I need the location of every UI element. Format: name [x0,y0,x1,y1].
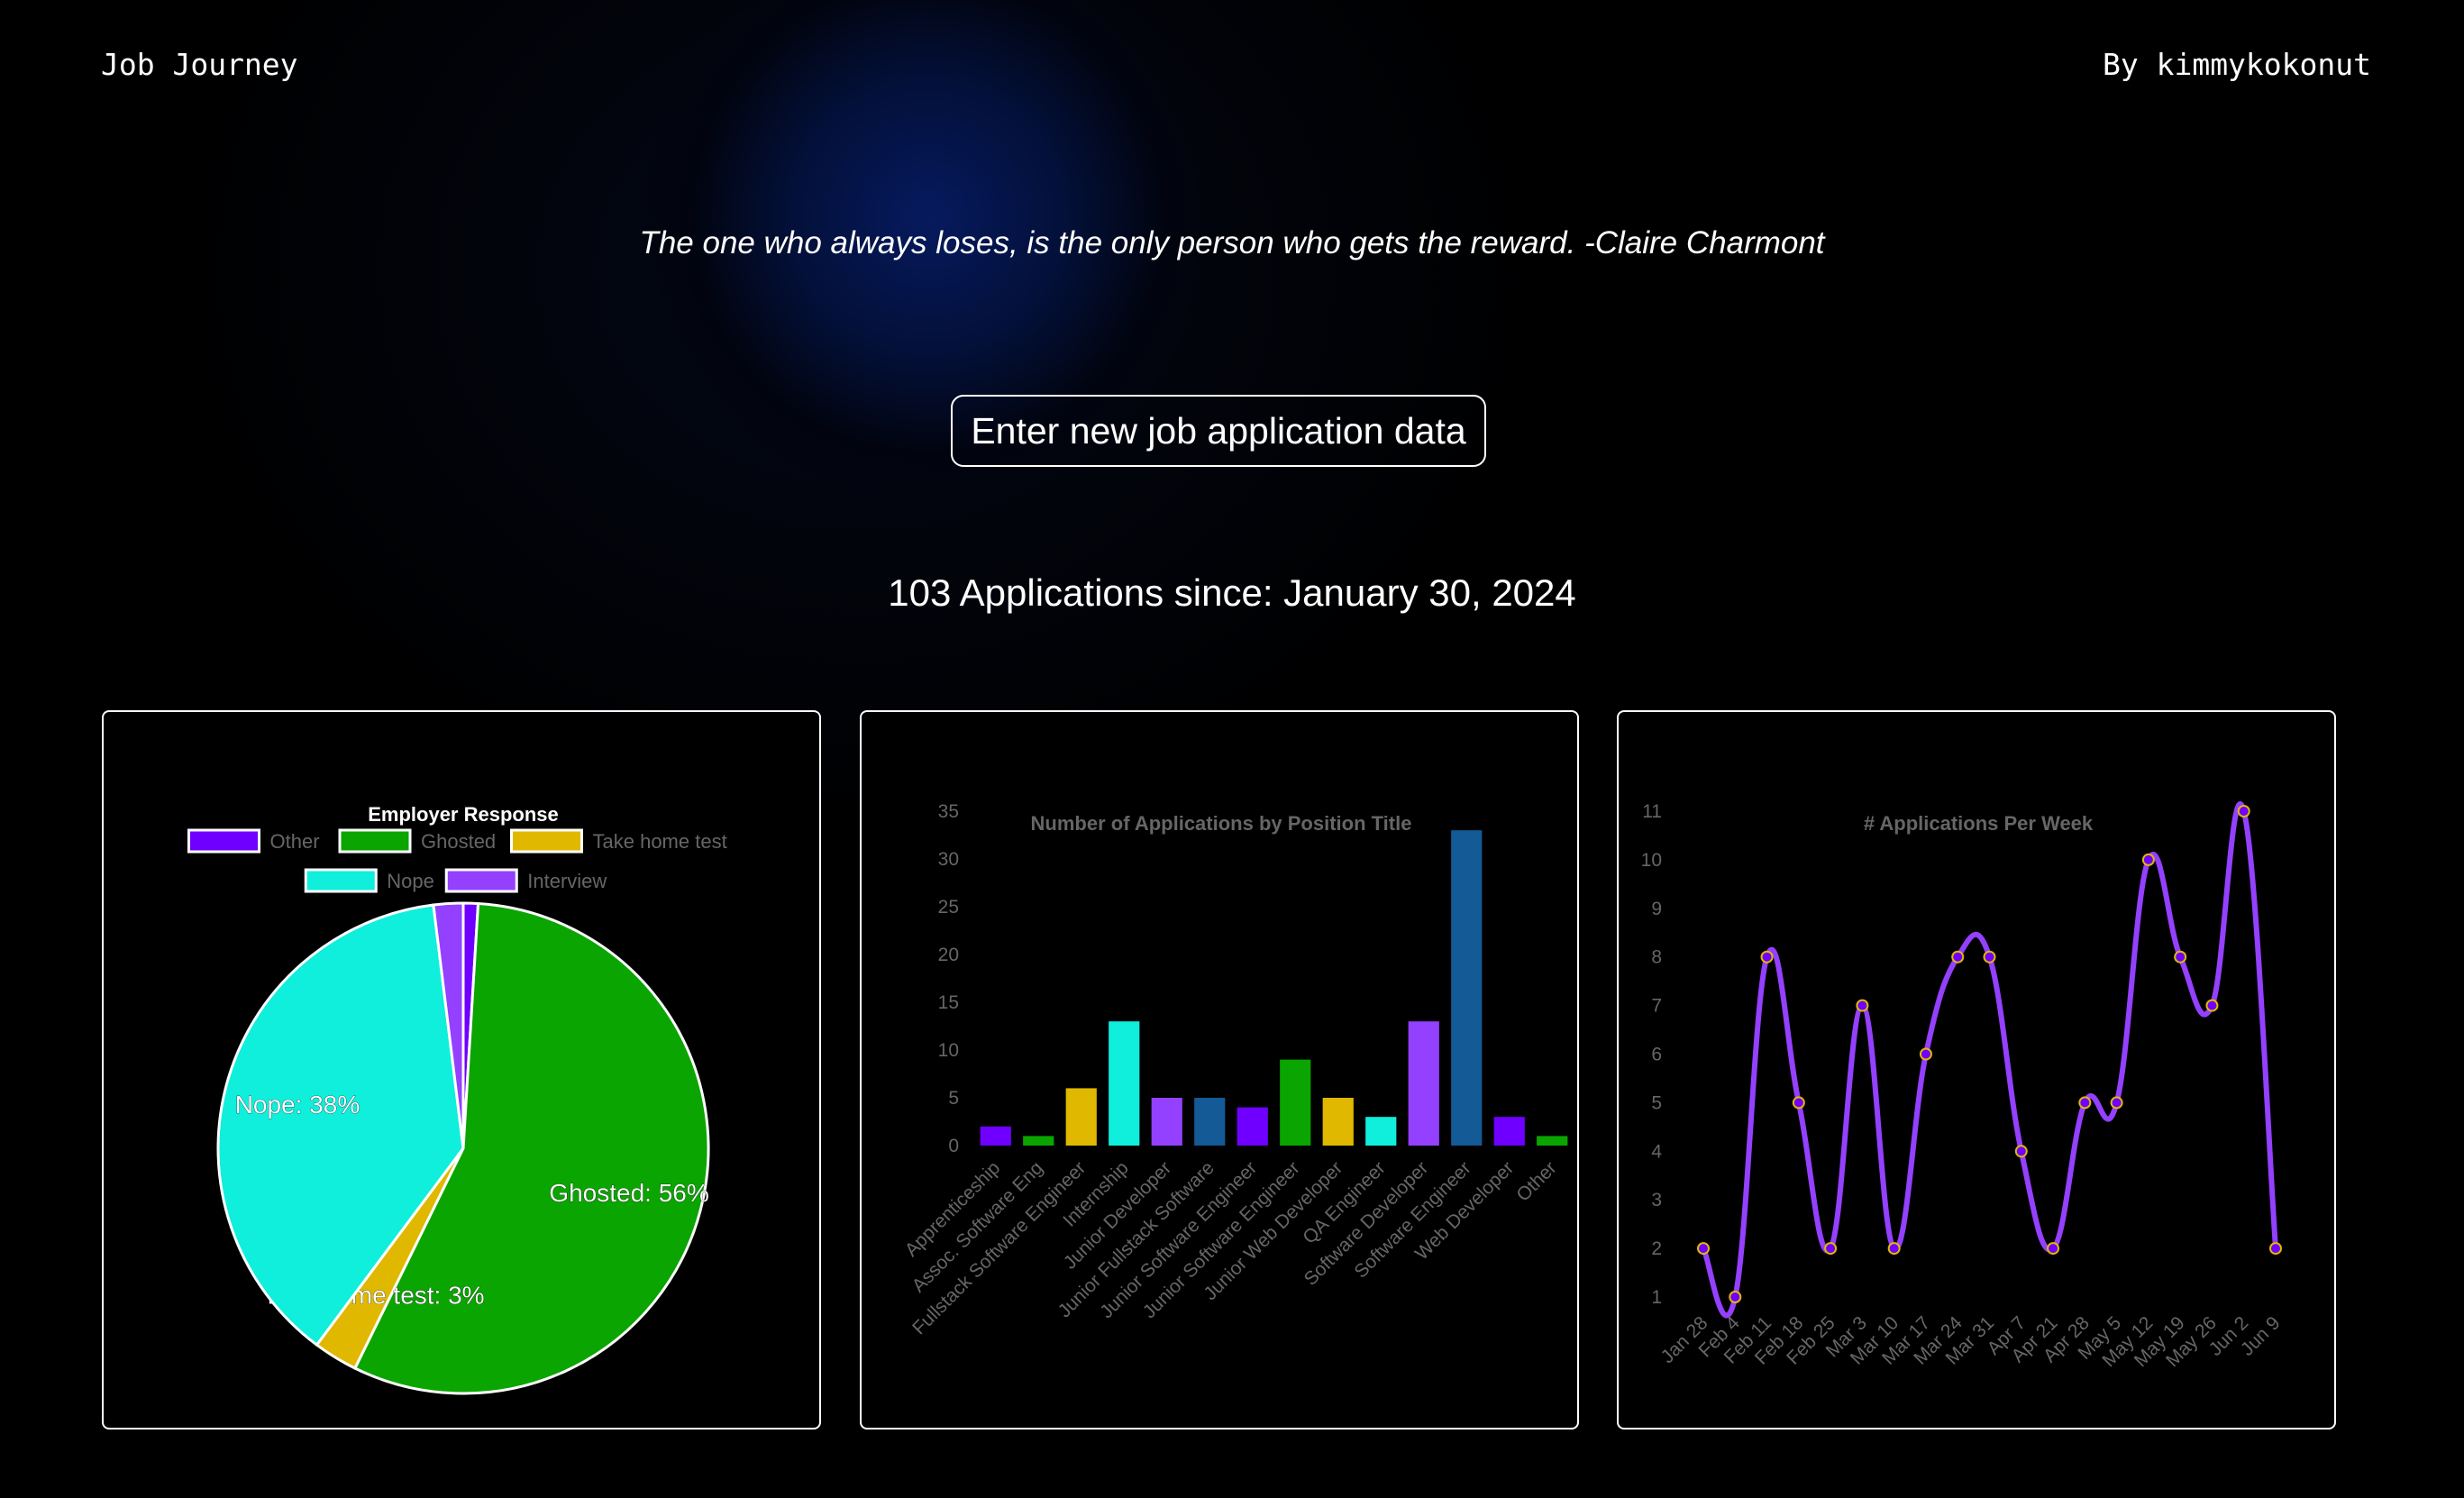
y-tick-label: 10 [938,1040,959,1061]
data-point [1856,999,1869,1012]
y-tick-label: 25 [938,897,959,918]
legend-swatch [304,868,378,893]
y-tick-label: 5 [1651,1092,1662,1113]
bar [1151,1098,1182,1146]
bar [1537,1136,1568,1146]
y-tick-label: 30 [938,849,959,870]
y-tick-label: 5 [948,1088,959,1109]
bar [1280,1059,1311,1146]
bar [1451,830,1483,1146]
y-tick-label: 10 [1641,850,1662,871]
pie-title: Employer Response [368,803,559,826]
data-point [2141,853,2155,866]
series-line [1701,801,2278,1319]
bar [1109,1021,1140,1146]
data-point [2237,805,2250,818]
y-tick-label: 35 [938,801,959,822]
data-point [1887,1242,1901,1256]
applications-per-week-line-chart: # Applications Per Week1234567891011Jan … [1641,801,2285,1371]
bar [1065,1088,1097,1146]
data-point [1951,950,1965,964]
bar [1493,1117,1525,1146]
data-point [2174,950,2187,964]
bar [1365,1117,1397,1146]
bar [1408,1021,1439,1146]
legend-item-ghosted[interactable]: Ghosted [338,828,496,854]
legend-label: Interview [527,870,607,892]
data-point [1729,1291,1742,1303]
bar [980,1126,1011,1146]
legend-item-take-home-test[interactable]: Take home test [510,828,727,854]
applications-per-week-panel: # Applications Per Week 1 2 3 4 5 6 7 8 9 10 11 Jan … [1617,710,2336,1429]
bar [1023,1136,1054,1146]
data-point [2078,1096,2092,1110]
y-tick-label: 6 [1651,1045,1662,1065]
legend-label: Take home test [593,830,727,853]
applications-summary: 103 Applications since: January 30, 2024 [888,571,1576,614]
pie-data-label: Ghosted: 56% [549,1179,708,1207]
y-tick-label: 0 [948,1136,959,1156]
author-credit: By kimmykokonut [2102,47,2371,82]
data-point [1983,950,1996,964]
y-tick-label: 3 [1651,1190,1662,1210]
data-point [1792,1096,1805,1110]
pie-data-label: Nope: 38% [235,1091,360,1119]
y-tick-label: 20 [938,945,959,965]
legend-label: Other [270,830,320,853]
position-title-panel: Number of Applications by Position Title… [860,710,1579,1429]
data-point [1824,1242,1838,1256]
employer-response-pie-chart: Employer Response Other Ghosted Take home t… [187,803,727,1395]
legend-item-other[interactable]: Other [187,828,320,854]
bar [1322,1098,1354,1146]
y-tick-label: 11 [1642,801,1662,822]
data-point [2205,999,2219,1012]
legend-label: Nope [387,870,434,892]
y-tick-label: 4 [1651,1141,1662,1162]
x-tick-label: Other [1512,1157,1560,1205]
legend-label: Ghosted [421,830,496,853]
motivational-quote: The one who always loses, is the only pe… [639,225,1825,260]
bar-title: Number of Applications by Position Title [1031,812,1412,835]
enter-application-data-button[interactable]: Enter new job application data [951,395,1486,467]
data-point [2110,1096,2123,1110]
y-tick-label: 7 [1651,996,1662,1017]
y-tick-label: 2 [1651,1238,1662,1259]
y-tick-label: 8 [1651,947,1662,968]
data-point [1760,950,1774,964]
data-point [2014,1145,2028,1158]
data-point [1919,1047,1932,1061]
data-point [2269,1242,2282,1256]
app-brand: Job Journey [101,47,298,82]
legend-swatch [338,828,412,854]
data-point [2047,1242,2060,1256]
legend-item-interview[interactable]: Interview [444,868,607,893]
data-point [1697,1242,1710,1256]
employer-response-panel: Employer Response Other Ghosted Take home t… [102,710,821,1429]
y-tick-label: 9 [1651,899,1662,919]
applications-by-position-bar-chart: Number of Applications by Position Title… [901,801,1568,1338]
legend-swatch [510,828,583,854]
bar [1194,1098,1226,1146]
legend-swatch [444,868,518,893]
line-title: # Applications Per Week [1864,812,2094,835]
legend-item-nope[interactable]: Nope [304,868,434,893]
y-tick-label: 1 [1651,1287,1662,1308]
legend-swatch [187,828,260,854]
y-tick-label: 15 [938,992,959,1013]
bar [1237,1107,1268,1146]
